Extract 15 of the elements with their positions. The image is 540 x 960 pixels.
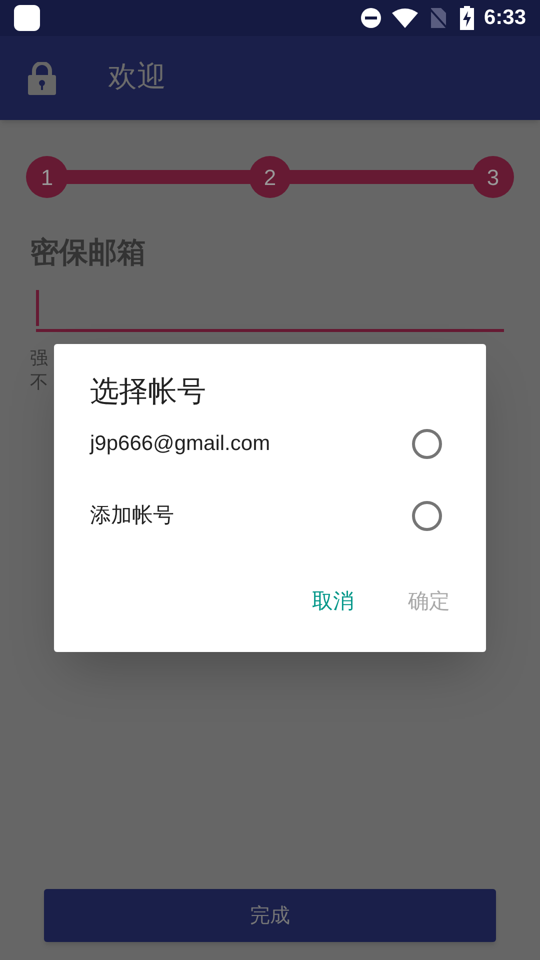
dialog-action-button[interactable]: 取消 bbox=[312, 586, 354, 618]
battery-charging-icon bbox=[460, 6, 474, 30]
radio-button[interactable] bbox=[412, 501, 442, 531]
clock-time: 6:33 bbox=[484, 5, 526, 32]
app-bar-title: 欢迎 bbox=[108, 60, 166, 96]
account-option[interactable]: 添加帐号 bbox=[90, 480, 450, 552]
wifi-icon bbox=[392, 8, 418, 28]
radio-button[interactable] bbox=[412, 429, 442, 459]
account-option[interactable]: j9p666@gmail.com bbox=[90, 408, 450, 480]
finish-button[interactable]: 完成 bbox=[44, 889, 496, 942]
email-input-field[interactable] bbox=[36, 290, 504, 332]
notification-icon bbox=[14, 5, 40, 31]
dialog-title: 选择帐号 bbox=[90, 375, 207, 410]
lock-icon bbox=[28, 62, 56, 94]
do-not-disturb-icon bbox=[360, 7, 382, 29]
